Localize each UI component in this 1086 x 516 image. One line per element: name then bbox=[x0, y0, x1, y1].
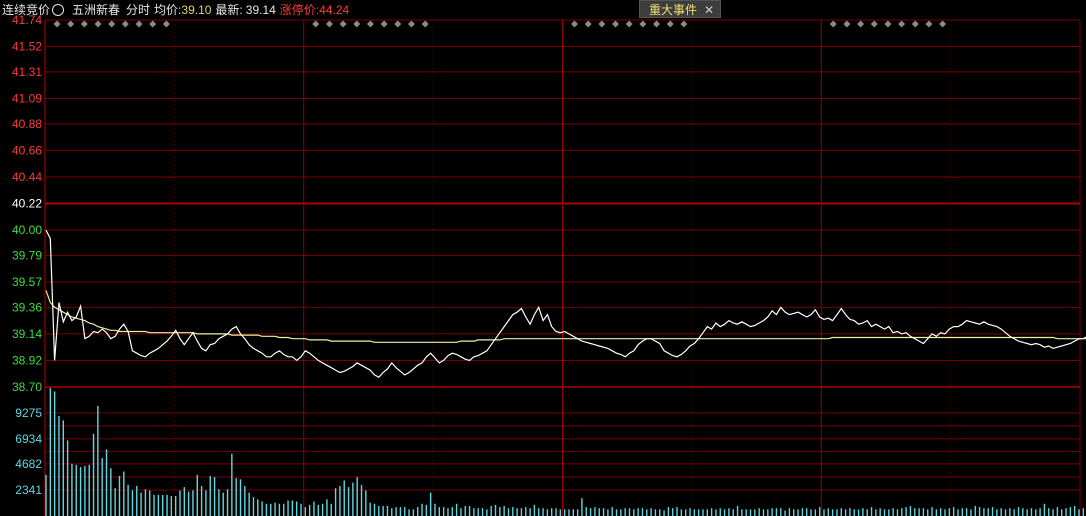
price-tick-label: 40.22 bbox=[12, 197, 42, 211]
price-tick-label: 40.00 bbox=[12, 223, 42, 237]
event-marker[interactable] bbox=[666, 20, 674, 28]
price-tick-label: 41.09 bbox=[12, 91, 42, 105]
event-marker[interactable] bbox=[149, 20, 157, 28]
avg-price-line bbox=[45, 290, 1086, 343]
event-marker[interactable] bbox=[898, 20, 906, 28]
event-marker[interactable] bbox=[625, 20, 633, 28]
event-marker[interactable] bbox=[571, 20, 578, 28]
event-marker[interactable] bbox=[884, 20, 892, 28]
event-marker[interactable] bbox=[598, 20, 606, 28]
event-marker[interactable] bbox=[380, 20, 388, 28]
price-line bbox=[45, 229, 1086, 379]
price-tick-label: 39.57 bbox=[12, 275, 42, 289]
price-tick-label: 40.44 bbox=[12, 170, 42, 184]
event-marker[interactable] bbox=[325, 20, 333, 28]
price-tick-label: 41.52 bbox=[12, 40, 42, 54]
event-marker[interactable] bbox=[857, 20, 865, 28]
event-marker[interactable] bbox=[612, 20, 620, 28]
event-marker[interactable] bbox=[653, 20, 661, 28]
event-marker[interactable] bbox=[135, 20, 143, 28]
price-tick-label: 40.66 bbox=[12, 143, 42, 157]
event-marker[interactable] bbox=[911, 20, 919, 28]
price-tick-label: 38.92 bbox=[12, 353, 42, 367]
event-marker[interactable] bbox=[80, 20, 88, 28]
price-tick-label: 39.36 bbox=[12, 300, 42, 314]
volume-tick-label: 9275 bbox=[15, 406, 42, 420]
event-marker[interactable] bbox=[53, 20, 61, 28]
volume-tick-label: 4682 bbox=[15, 457, 42, 471]
event-marker[interactable] bbox=[108, 20, 116, 28]
event-marker[interactable] bbox=[829, 20, 837, 28]
price-series bbox=[45, 229, 1086, 379]
event-marker[interactable] bbox=[843, 20, 851, 28]
volume-tick-label: 2341 bbox=[15, 483, 42, 497]
event-marker[interactable] bbox=[94, 20, 102, 28]
event-marker[interactable] bbox=[870, 20, 878, 28]
price-tick-label: 40.88 bbox=[12, 117, 42, 131]
event-marker[interactable] bbox=[353, 20, 361, 28]
event-marker[interactable] bbox=[407, 20, 415, 28]
event-marker[interactable] bbox=[394, 20, 402, 28]
price-tick-label: 38.70 bbox=[12, 380, 42, 394]
event-marker[interactable] bbox=[639, 20, 647, 28]
event-marker[interactable] bbox=[162, 20, 170, 28]
price-tick-label: 41.74 bbox=[12, 13, 42, 27]
event-marker[interactable] bbox=[680, 20, 688, 28]
event-marker[interactable] bbox=[366, 20, 374, 28]
price-tick-label: 39.14 bbox=[12, 327, 42, 341]
event-marker[interactable] bbox=[925, 20, 933, 28]
price-tick-label: 41.31 bbox=[12, 65, 42, 79]
event-marker[interactable] bbox=[339, 20, 347, 28]
event-marker[interactable] bbox=[67, 20, 75, 28]
avg-price-series bbox=[45, 290, 1086, 343]
event-marker[interactable] bbox=[939, 20, 947, 28]
volume-tick-label: 6934 bbox=[15, 432, 42, 446]
event-marker[interactable] bbox=[584, 20, 592, 28]
grid bbox=[44, 19, 1081, 516]
volume-bars bbox=[45, 388, 1085, 516]
event-markers[interactable] bbox=[53, 20, 947, 28]
event-marker[interactable] bbox=[421, 20, 429, 28]
event-marker[interactable] bbox=[121, 20, 129, 28]
event-marker[interactable] bbox=[312, 20, 320, 28]
intraday-chart[interactable]: 41.74 41.52 41.31 41.09 40.88 40.66 40.44 40.22… bbox=[0, 0, 1086, 516]
y-axis-ticks: 41.74 41.52 41.31 41.09 40.88 40.66 40.44 40.22… bbox=[12, 13, 42, 497]
price-tick-label: 39.79 bbox=[12, 248, 42, 262]
